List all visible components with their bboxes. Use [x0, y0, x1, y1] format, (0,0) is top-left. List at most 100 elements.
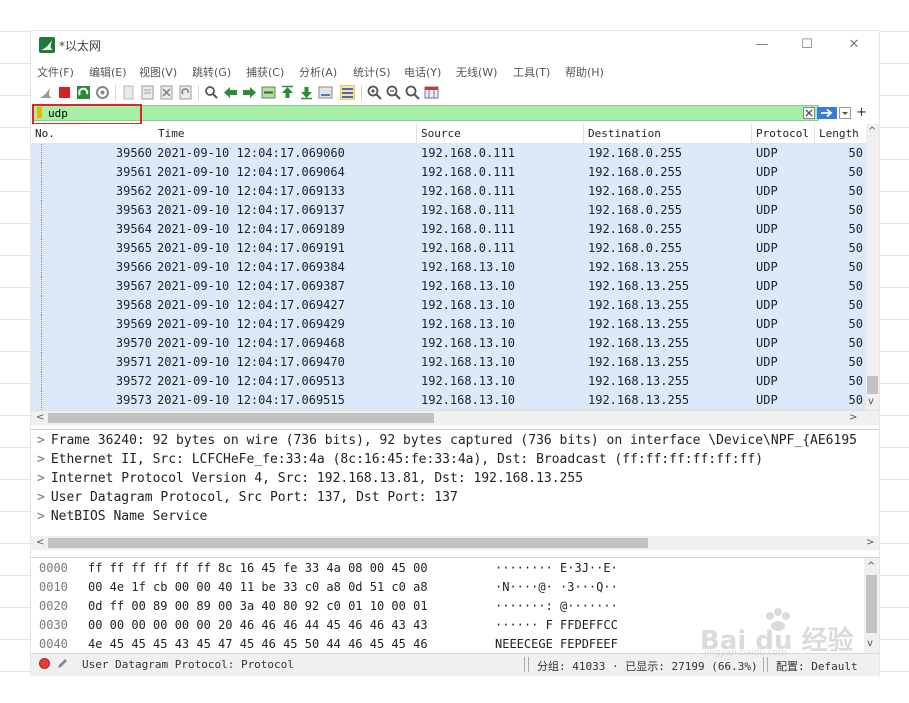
packet-row[interactable]: 39562 2021-09-10 12:04:17.069133 192.168.0… — [31, 182, 866, 201]
expand-chevron-icon[interactable]: > — [37, 509, 45, 524]
packet-list-hscroll-thumb[interactable] — [48, 413, 434, 423]
detail-ipv4[interactable]: > Internet Protocol Version 4, Src: 192.1… — [37, 471, 583, 490]
column-divider[interactable] — [814, 124, 815, 143]
status-profile[interactable]: 配置: Default — [776, 658, 858, 674]
packet-list-vscroll-thumb[interactable] — [867, 376, 878, 394]
scroll-down-arrow-icon[interactable]: v — [868, 396, 874, 408]
column-header-protocol[interactable]: Protocol — [756, 127, 809, 140]
expand-chevron-icon[interactable]: > — [37, 471, 45, 486]
scroll-right-arrow-icon[interactable]: > — [866, 537, 874, 549]
go-back-icon[interactable] — [223, 85, 238, 100]
packet-row[interactable]: 39571 2021-09-10 12:04:17.069470 192.168.1… — [31, 353, 866, 372]
detail-ethernet[interactable]: > Ethernet II, Src: LCFCHeFe_fe:33:4a (8c… — [37, 452, 763, 471]
packet-row[interactable]: 39568 2021-09-10 12:04:17.069427 192.168.1… — [31, 296, 866, 315]
clear-filter-icon[interactable] — [803, 107, 815, 119]
menu-view[interactable]: 视图(V) — [139, 64, 177, 80]
packet-row[interactable]: 39566 2021-09-10 12:04:17.069384 192.168.1… — [31, 258, 866, 277]
byte-hex[interactable]: 00 00 00 00 00 00 20 46 46 46 44 45 46 4… — [88, 618, 428, 632]
shark-start-icon[interactable] — [38, 85, 53, 100]
byte-ascii[interactable]: ········ E·3J··E· — [495, 561, 618, 575]
display-filter-input[interactable] — [33, 105, 819, 121]
stop-capture-icon[interactable] — [57, 85, 72, 100]
scroll-left-arrow-icon[interactable]: < — [36, 412, 44, 424]
column-header-destination[interactable]: Destination — [588, 127, 661, 140]
menu-tools[interactable]: 工具(T) — [513, 64, 550, 80]
go-first-packet-icon[interactable] — [280, 85, 295, 100]
capture-options-icon[interactable] — [95, 85, 110, 100]
scroll-down-arrow-icon[interactable]: v — [867, 638, 873, 650]
menu-file[interactable]: 文件(F) — [37, 64, 74, 80]
bytes-vscrollbar[interactable]: ^ v — [864, 558, 879, 653]
detail-frame[interactable]: > Frame 36240: 92 bytes on wire (736 bits… — [37, 433, 857, 452]
expand-chevron-icon[interactable]: > — [37, 452, 45, 467]
menu-telephony[interactable]: 电话(Y) — [404, 64, 441, 80]
detail-netbios[interactable]: > NetBIOS Name Service — [37, 509, 207, 528]
zoom-out-icon[interactable] — [386, 85, 401, 100]
menu-analyze[interactable]: 分析(A) — [299, 64, 337, 80]
packet-row[interactable]: 39565 2021-09-10 12:04:17.069191 192.168.0… — [31, 239, 866, 258]
byte-hex[interactable]: 0d ff 00 89 00 89 00 3a 40 80 92 c0 01 1… — [88, 599, 428, 613]
resize-columns-icon[interactable] — [424, 85, 439, 100]
packet-list-vscrollbar[interactable]: ^ v — [866, 124, 879, 410]
apply-filter-icon[interactable] — [817, 107, 837, 119]
column-header-no[interactable]: No. — [35, 127, 55, 140]
menu-edit[interactable]: 编辑(E) — [89, 64, 127, 80]
zoom-normal-icon[interactable] — [405, 85, 420, 100]
packet-row[interactable]: 39569 2021-09-10 12:04:17.069429 192.168.1… — [31, 315, 866, 334]
auto-scroll-icon[interactable] — [318, 85, 333, 100]
close-button[interactable]: ✕ — [839, 35, 869, 55]
column-header-length[interactable]: Length — [819, 127, 859, 140]
colorize-icon[interactable] — [340, 85, 355, 100]
reload-file-icon[interactable] — [178, 85, 193, 100]
packet-list-hscrollbar[interactable]: < > — [31, 410, 879, 425]
go-last-packet-icon[interactable] — [299, 85, 314, 100]
open-file-icon[interactable] — [121, 85, 136, 100]
packet-row[interactable]: 39570 2021-09-10 12:04:17.069468 192.168.1… — [31, 334, 866, 353]
byte-hex[interactable]: ff ff ff ff ff ff 8c 16 45 fe 33 4a 08 0… — [88, 561, 428, 575]
packet-row[interactable]: 39561 2021-09-10 12:04:17.069064 192.168.0… — [31, 163, 866, 182]
byte-ascii[interactable]: ·······: @······· — [495, 599, 618, 613]
expert-info-icon[interactable] — [39, 658, 50, 669]
packet-row[interactable]: 39560 2021-09-10 12:04:17.069060 192.168.0… — [31, 144, 866, 163]
details-hscrollbar[interactable]: < > — [31, 536, 879, 550]
scroll-up-arrow-icon[interactable]: ^ — [867, 561, 875, 573]
column-header-source[interactable]: Source — [421, 127, 461, 140]
add-filter-button[interactable]: + — [856, 105, 867, 120]
menu-statistics[interactable]: 统计(S) — [353, 64, 391, 80]
packet-row[interactable]: 39567 2021-09-10 12:04:17.069387 192.168.1… — [31, 277, 866, 296]
byte-ascii[interactable]: ·N····@· ·3···Q·· — [495, 580, 618, 594]
filter-dropdown-icon[interactable] — [839, 107, 851, 119]
close-file-icon[interactable] — [159, 85, 174, 100]
go-forward-icon[interactable] — [242, 85, 257, 100]
packet-row[interactable]: 39573 2021-09-10 12:04:17.069515 192.168.1… — [31, 391, 866, 410]
bytes-vscroll-thumb[interactable] — [866, 575, 877, 633]
scroll-up-arrow-icon[interactable]: ^ — [868, 126, 876, 138]
column-divider[interactable] — [583, 124, 584, 143]
expand-chevron-icon[interactable]: > — [37, 490, 45, 505]
save-file-icon[interactable] — [140, 85, 155, 100]
column-header-time[interactable]: Time — [158, 127, 185, 140]
column-divider[interactable] — [751, 124, 752, 143]
edit-comment-icon[interactable] — [57, 657, 69, 669]
zoom-in-icon[interactable] — [367, 85, 382, 100]
find-packet-icon[interactable] — [204, 85, 219, 100]
packet-row[interactable]: 39563 2021-09-10 12:04:17.069137 192.168.0… — [31, 201, 866, 220]
details-hscroll-thumb[interactable] — [48, 538, 648, 548]
menu-go[interactable]: 跳转(G) — [192, 64, 231, 80]
minimize-button[interactable]: — — [747, 35, 777, 55]
scroll-left-arrow-icon[interactable]: < — [36, 537, 44, 549]
byte-ascii[interactable]: ······ F FFDEFFCC — [495, 618, 618, 632]
byte-hex[interactable]: 4e 45 45 45 43 45 47 45 46 45 50 44 46 4… — [88, 637, 428, 651]
detail-udp[interactable]: > User Datagram Protocol, Src Port: 137, … — [37, 490, 458, 509]
menu-help[interactable]: 帮助(H) — [565, 64, 604, 80]
menu-wireless[interactable]: 无线(W) — [456, 64, 497, 80]
byte-ascii[interactable]: NEEECEGE FEPDFEEF — [495, 637, 618, 651]
packet-row[interactable]: 39564 2021-09-10 12:04:17.069189 192.168.0… — [31, 220, 866, 239]
column-divider[interactable] — [416, 124, 417, 143]
maximize-button[interactable]: ☐ — [792, 35, 822, 55]
restart-capture-icon[interactable] — [76, 85, 91, 100]
expand-chevron-icon[interactable]: > — [37, 433, 45, 448]
menu-capture[interactable]: 捕获(C) — [246, 64, 284, 80]
scroll-right-arrow-icon[interactable]: > — [849, 412, 857, 424]
go-to-packet-icon[interactable] — [261, 85, 276, 100]
